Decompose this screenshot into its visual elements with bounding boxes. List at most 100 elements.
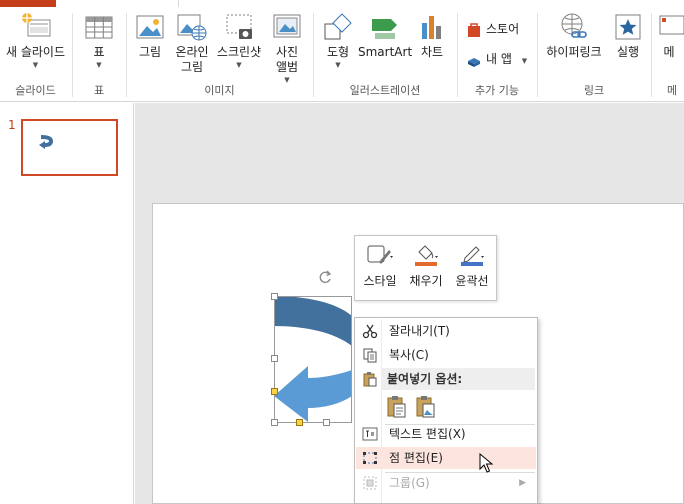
- adjustment-handle[interactable]: [271, 388, 278, 395]
- adjustment-handle[interactable]: [296, 419, 303, 426]
- selection-frame: [274, 296, 352, 423]
- cutoff-button[interactable]: 메: [654, 11, 684, 60]
- title-strip: [0, 0, 684, 7]
- active-tab-marker: [0, 0, 56, 7]
- group-addins: 스토어 내 앱 ▼ 추가 기능: [458, 7, 536, 102]
- copy-label: 복사(C): [389, 348, 429, 362]
- new-slide-label: 새 슬라이드: [5, 45, 65, 59]
- chart-icon: [422, 16, 441, 39]
- fill-button[interactable]: 채우기: [404, 242, 448, 289]
- online-picture-label: 온라인: [175, 45, 209, 59]
- my-apps-label: 내 앱: [486, 52, 512, 66]
- chart-button[interactable]: 차트: [414, 11, 450, 60]
- resize-handle[interactable]: [323, 419, 330, 426]
- table-button[interactable]: 표 ▼: [79, 11, 119, 69]
- style-button[interactable]: 스타일: [358, 242, 402, 289]
- store-button[interactable]: 스토어: [466, 20, 519, 38]
- thumbnail-arrow-icon: [39, 135, 53, 149]
- group-label-illustrations: 일러스트레이션: [349, 84, 421, 97]
- chevron-down-icon: ▼: [335, 61, 341, 69]
- store-icon: [468, 22, 480, 37]
- edit-text-icon: [362, 427, 378, 441]
- rotate-handle-icon[interactable]: [317, 269, 333, 287]
- photo-album-label-2: 앨범: [275, 60, 299, 74]
- smartart-button[interactable]: SmartArt: [358, 11, 412, 60]
- slide-thumbnail-pane: 1: [0, 103, 134, 504]
- resize-handle[interactable]: [271, 355, 278, 362]
- action-button[interactable]: 실행: [610, 11, 646, 60]
- shapes-label: 도형: [326, 45, 350, 59]
- menu-item-copy[interactable]: 복사(C): [356, 344, 536, 366]
- action-star-icon: [615, 14, 641, 40]
- photo-album-button[interactable]: 사진 앨범 ▼: [267, 11, 307, 84]
- slide-thumbnail[interactable]: [21, 119, 118, 176]
- chevron-down-icon: ▼: [32, 61, 39, 69]
- resize-handle[interactable]: [271, 419, 278, 426]
- mini-toolbar: 스타일 채우기 윤곽선: [354, 235, 497, 301]
- group-images: 그림 온라인 그림 스크린샷 ▼ 사진 앨범 ▼ 이미지: [127, 7, 312, 102]
- submenu-arrow-icon: ▶: [519, 478, 526, 488]
- group-links: 하이퍼링크 실행 링크: [538, 7, 650, 102]
- fill-label: 채우기: [409, 274, 443, 288]
- paste-keep-source-icon[interactable]: [386, 395, 408, 419]
- menu-item-edit-points[interactable]: 점 편집(E): [356, 447, 536, 469]
- my-apps-icon: [468, 57, 480, 67]
- scissors-icon: [362, 324, 378, 339]
- smartart-label: SmartArt: [358, 45, 413, 59]
- group-cutoff: 메 메: [652, 7, 684, 102]
- new-slide-icon: [21, 13, 50, 37]
- group-label-links: 링크: [583, 84, 605, 97]
- paste-picture-icon[interactable]: [415, 395, 437, 419]
- online-picture-button[interactable]: 온라인 그림: [171, 11, 213, 75]
- group-label-images: 이미지: [204, 84, 235, 97]
- hyperlink-icon: [561, 13, 587, 38]
- table-icon: [85, 16, 113, 39]
- hyperlink-label: 하이퍼링크: [546, 45, 602, 59]
- group-label-cutoff: 메: [667, 84, 678, 97]
- chart-label: 차트: [420, 45, 444, 59]
- shape-style-icon: [367, 245, 393, 264]
- menu-item-edit-text[interactable]: 텍스트 편집(X): [356, 423, 536, 445]
- group-illustrations: 도형 ▼ SmartArt 차트 일러스트레이션: [314, 7, 456, 102]
- mouse-cursor-icon: [479, 453, 494, 473]
- edit-points-icon: [363, 452, 377, 464]
- style-label: 스타일: [363, 274, 397, 288]
- chevron-down-icon: ▼: [236, 61, 242, 69]
- cutoff-label: 메: [663, 45, 675, 59]
- group-label: 그룹(G): [389, 476, 430, 490]
- menu-item-cut[interactable]: 잘라내기(T): [356, 320, 536, 342]
- resize-handle[interactable]: [271, 293, 278, 300]
- outline-pen-icon: [461, 246, 484, 266]
- group-label-addins: 추가 기능: [475, 84, 519, 97]
- picture-label: 그림: [138, 45, 162, 59]
- store-label: 스토어: [486, 22, 520, 36]
- new-slide-button[interactable]: 새 슬라이드 ▼: [0, 11, 71, 69]
- paste-icon: [363, 372, 377, 387]
- shapes-button[interactable]: 도형 ▼: [320, 11, 356, 69]
- chevron-down-icon: ▼: [521, 57, 528, 65]
- context-menu: 잘라내기(T) 복사(C) 붙여넣기 옵션: 텍스트 편집(X) 점 편집(E)…: [354, 317, 538, 504]
- comment-icon: [659, 15, 684, 35]
- outline-label: 윤곽선: [455, 274, 489, 288]
- hyperlink-button[interactable]: 하이퍼링크: [542, 11, 606, 60]
- fill-bucket-icon: [415, 245, 438, 266]
- cut-label: 잘라내기(T): [389, 324, 450, 338]
- tab-divider: [178, 0, 179, 7]
- group-icon: [363, 476, 377, 490]
- screenshot-icon: [226, 14, 252, 39]
- smartart-icon: [372, 19, 397, 39]
- online-picture-icon: [177, 14, 207, 41]
- outline-button[interactable]: 윤곽선: [450, 242, 494, 289]
- group-slides: 새 슬라이드 ▼ 슬라이드: [0, 7, 71, 102]
- picture-icon: [136, 15, 164, 39]
- picture-button[interactable]: 그림: [133, 11, 167, 60]
- paste-options-header: 붙여넣기 옵션:: [381, 368, 535, 390]
- edit-points-label: 점 편집(E): [389, 451, 443, 465]
- my-apps-button[interactable]: 내 앱 ▼: [466, 50, 527, 70]
- menu-item-group[interactable]: 그룹(G) ▶: [356, 472, 536, 494]
- table-label: 표: [93, 45, 105, 59]
- action-label: 실행: [616, 45, 640, 59]
- shapes-icon: [324, 13, 352, 40]
- screenshot-button[interactable]: 스크린샷 ▼: [213, 11, 265, 69]
- copy-icon: [363, 348, 377, 363]
